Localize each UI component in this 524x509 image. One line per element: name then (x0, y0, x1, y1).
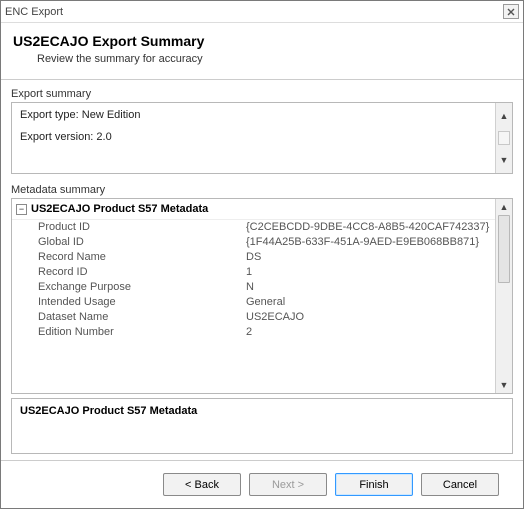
export-summary-panel: Export type: New Edition Export version:… (11, 102, 513, 174)
metadata-grid-panel: − US2ECAJO Product S57 Metadata Product … (11, 198, 513, 394)
metadata-key: Intended Usage (16, 296, 246, 308)
metadata-row[interactable]: Global ID{1F44A25B-633F-451A-9AED-E9EB06… (12, 235, 495, 250)
metadata-key: Dataset Name (16, 311, 246, 323)
metadata-detail-panel: US2ECAJO Product S57 Metadata (11, 398, 513, 454)
close-button[interactable] (503, 4, 519, 19)
scroll-up-button[interactable]: ▲ (496, 103, 512, 129)
metadata-value: 1 (246, 266, 491, 278)
metadata-row[interactable]: Record NameDS (12, 250, 495, 265)
metadata-group-title: US2ECAJO Product S57 Metadata (31, 203, 208, 215)
metadata-row[interactable]: Dataset NameUS2ECAJO (12, 310, 495, 325)
metadata-detail-title: US2ECAJO Product S57 Metadata (20, 405, 197, 417)
metadata-row[interactable]: Edition Number2 (12, 325, 495, 340)
window-frame: ENC Export US2ECAJO Export Summary Revie… (0, 0, 524, 509)
export-summary-scrollbar[interactable]: ▲ ▼ (495, 103, 512, 173)
metadata-value: General (246, 296, 491, 308)
export-type-label: Export type: (20, 109, 82, 121)
metadata-key: Record Name (16, 251, 246, 263)
scroll-down-button[interactable]: ▼ (496, 377, 512, 393)
finish-button[interactable]: Finish (335, 473, 413, 496)
back-button[interactable]: < Back (163, 473, 241, 496)
metadata-key: Exchange Purpose (16, 281, 246, 293)
export-version-value: 2.0 (96, 131, 111, 143)
metadata-row[interactable]: Product ID{C2CEBCDD-9DBE-4CC8-A8B5-420CA… (12, 220, 495, 235)
metadata-key: Product ID (16, 221, 246, 233)
metadata-row[interactable]: Intended UsageGeneral (12, 295, 495, 310)
page-subtitle: Review the summary for accuracy (13, 53, 511, 65)
next-button: Next > (249, 473, 327, 496)
metadata-key: Edition Number (16, 326, 246, 338)
metadata-value: {C2CEBCDD-9DBE-4CC8-A8B5-420CAF742337} (246, 221, 491, 233)
window-title: ENC Export (5, 6, 503, 18)
close-icon (507, 8, 515, 16)
wizard-header: US2ECAJO Export Summary Review the summa… (1, 23, 523, 79)
scroll-up-button[interactable]: ▲ (496, 199, 512, 215)
chevron-up-icon: ▲ (500, 202, 509, 212)
export-summary-content: Export type: New Edition Export version:… (12, 103, 495, 173)
chevron-down-icon: ▼ (500, 380, 509, 390)
metadata-section: Metadata summary − US2ECAJO Product S57 … (11, 184, 513, 454)
button-bar: < Back Next > Finish Cancel (1, 460, 523, 508)
metadata-value: 2 (246, 326, 491, 338)
export-summary-row: Export version: 2.0 (20, 131, 487, 143)
metadata-row[interactable]: Record ID1 (12, 265, 495, 280)
body: Export summary Export type: New Edition … (1, 88, 523, 460)
metadata-value: N (246, 281, 491, 293)
page-title: US2ECAJO Export Summary (13, 33, 511, 49)
metadata-value: DS (246, 251, 491, 263)
export-type-value: New Edition (82, 109, 141, 121)
export-summary-label: Export summary (11, 88, 513, 100)
metadata-scrollbar[interactable]: ▲ ▼ (495, 199, 512, 393)
metadata-grid: − US2ECAJO Product S57 Metadata Product … (12, 199, 495, 393)
metadata-summary-label: Metadata summary (11, 184, 513, 196)
scroll-track[interactable] (496, 215, 512, 377)
chevron-down-icon: ▼ (500, 155, 509, 165)
collapse-toggle[interactable]: − (16, 204, 27, 215)
metadata-row[interactable]: Exchange PurposeN (12, 280, 495, 295)
metadata-group-row[interactable]: − US2ECAJO Product S57 Metadata (12, 199, 495, 220)
export-summary-row: Export type: New Edition (20, 109, 487, 121)
metadata-key: Record ID (16, 266, 246, 278)
scroll-thumb[interactable] (498, 215, 510, 283)
separator (1, 79, 523, 80)
metadata-key: Global ID (16, 236, 246, 248)
scroll-thumb[interactable] (498, 131, 510, 145)
cancel-button[interactable]: Cancel (421, 473, 499, 496)
export-version-label: Export version: (20, 131, 96, 143)
title-bar: ENC Export (1, 1, 523, 23)
chevron-up-icon: ▲ (500, 111, 509, 121)
metadata-value: US2ECAJO (246, 311, 491, 323)
scroll-down-button[interactable]: ▼ (496, 147, 512, 173)
metadata-value: {1F44A25B-633F-451A-9AED-E9EB068BB871} (246, 236, 491, 248)
